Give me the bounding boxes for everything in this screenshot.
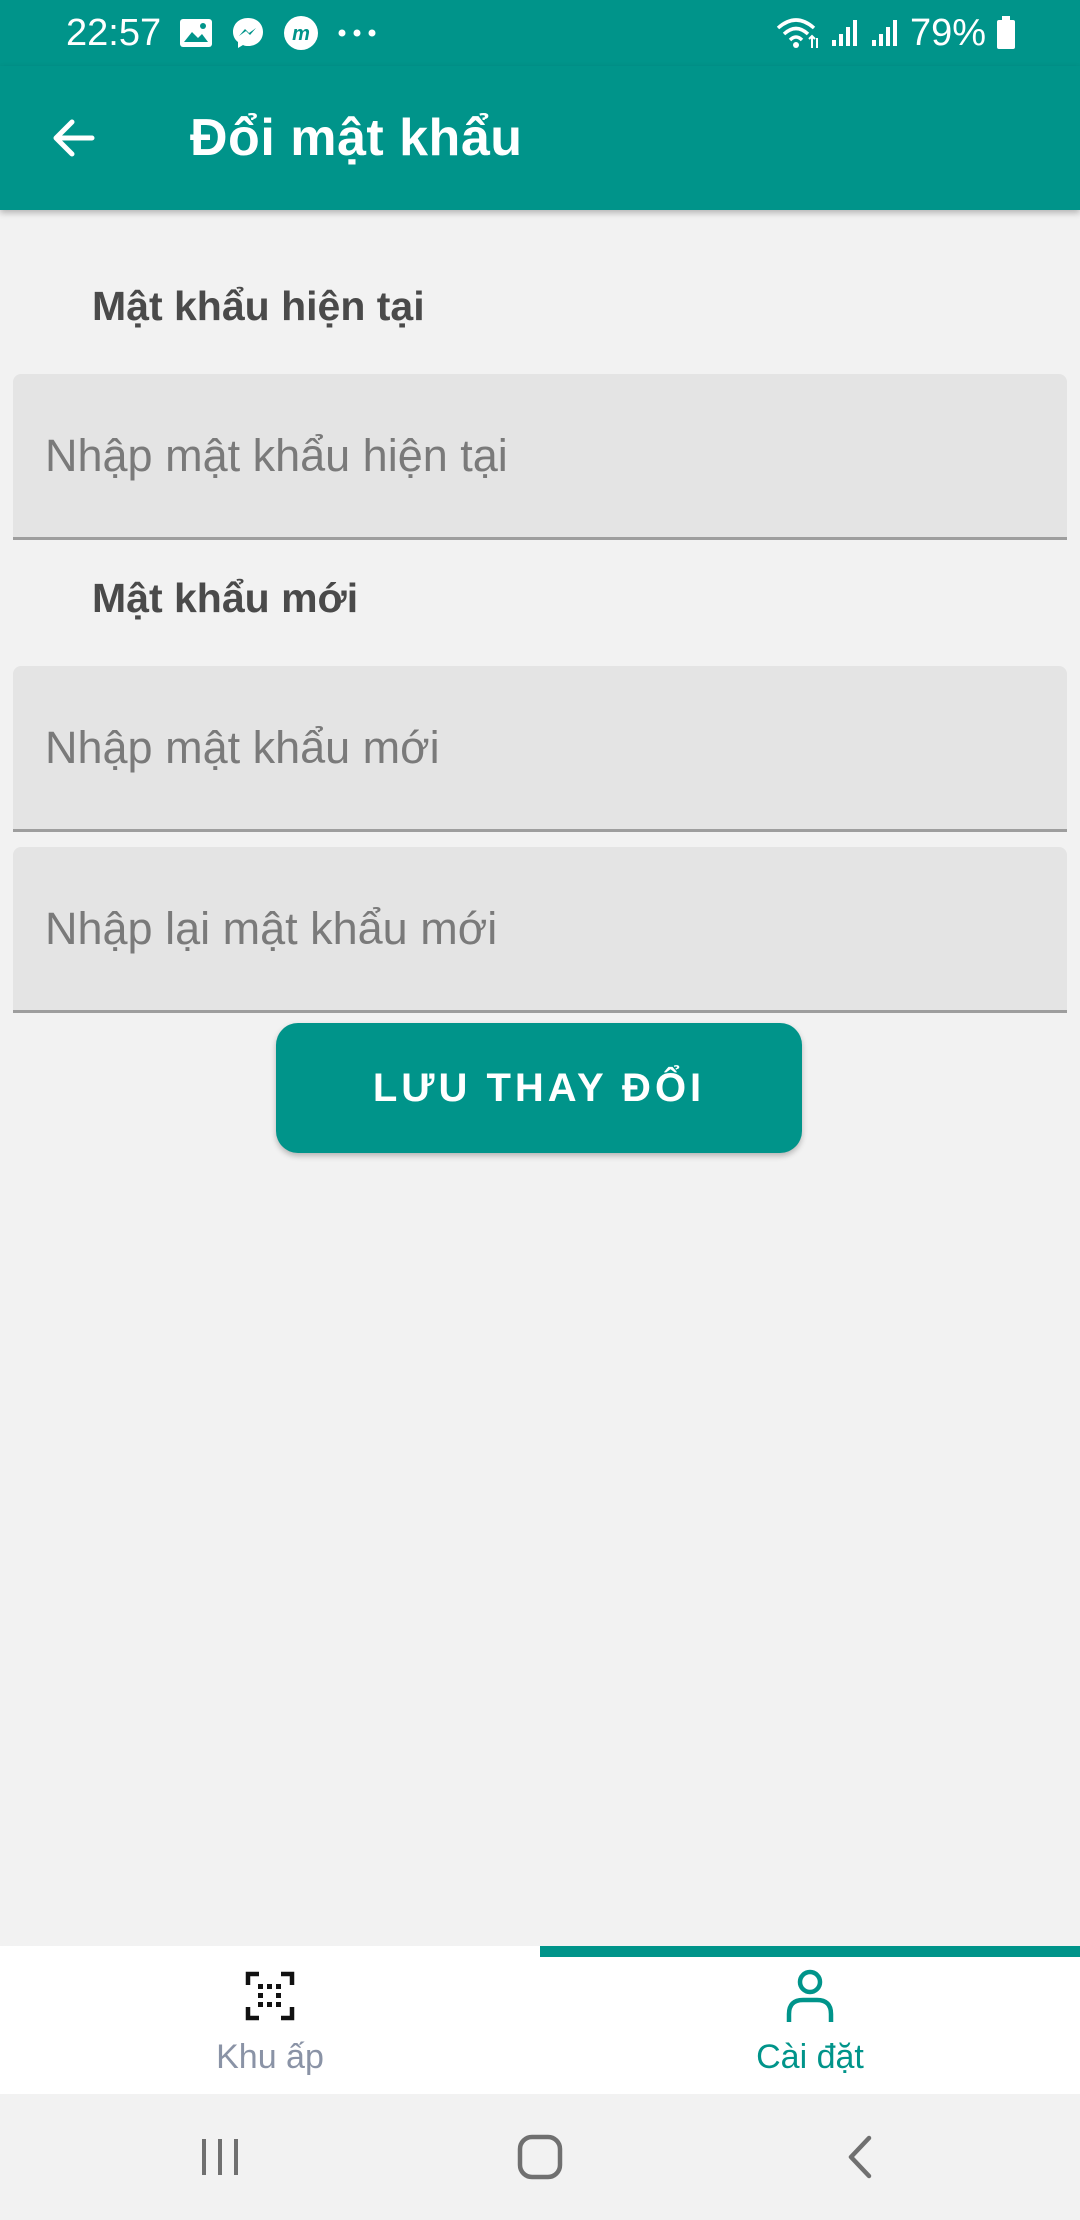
status-bar: 22:57 m 79% — [0, 0, 1080, 66]
app-bar: Đổi mật khẩu — [0, 66, 1080, 210]
new-password-input[interactable] — [13, 666, 1067, 829]
signal-icon-2 — [870, 18, 900, 48]
m-app-icon: m — [283, 15, 319, 51]
arrow-left-icon — [53, 119, 95, 157]
signal-icon-1 — [830, 18, 860, 48]
page-title: Đổi mật khẩu — [190, 109, 523, 167]
chevron-left-icon — [848, 2135, 872, 2179]
home-button[interactable] — [480, 2117, 600, 2197]
current-password-input[interactable] — [13, 374, 1067, 537]
battery-percent: 79% — [909, 11, 986, 54]
active-tab-indicator — [540, 1946, 1080, 1957]
back-button[interactable] — [34, 98, 114, 178]
new-password-field[interactable] — [13, 666, 1067, 832]
nav-label-khu-ap: Khu ấp — [216, 2038, 324, 2076]
home-icon — [517, 2134, 563, 2180]
confirm-password-field[interactable] — [13, 847, 1067, 1013]
messenger-icon — [231, 16, 265, 50]
current-password-label: Mật khẩu hiện tại — [92, 283, 425, 329]
svg-text:m: m — [292, 23, 310, 45]
recent-apps-button[interactable] — [160, 2117, 280, 2197]
person-icon — [785, 1966, 835, 2026]
nav-item-cai-dat[interactable]: Cài đặt — [540, 1946, 1080, 2094]
system-back-button[interactable] — [800, 2117, 920, 2197]
image-icon — [179, 18, 213, 48]
battery-icon — [996, 16, 1016, 50]
system-nav-bar — [0, 2094, 1080, 2220]
wifi-icon — [776, 16, 820, 50]
bottom-nav: Khu ấp Cài đặt — [0, 1946, 1080, 2094]
more-dots-icon — [337, 28, 377, 38]
save-changes-button[interactable]: LƯU THAY ĐỔI — [276, 1023, 802, 1153]
current-password-field[interactable] — [13, 374, 1067, 540]
qr-scan-icon — [245, 1966, 295, 2026]
nav-label-cai-dat: Cài đặt — [756, 2038, 864, 2076]
confirm-password-input[interactable] — [13, 847, 1067, 1010]
status-time: 22:57 — [66, 11, 162, 54]
new-password-label: Mật khẩu mới — [92, 575, 359, 621]
nav-item-khu-ap[interactable]: Khu ấp — [0, 1946, 540, 2094]
recent-apps-icon — [202, 2139, 238, 2175]
